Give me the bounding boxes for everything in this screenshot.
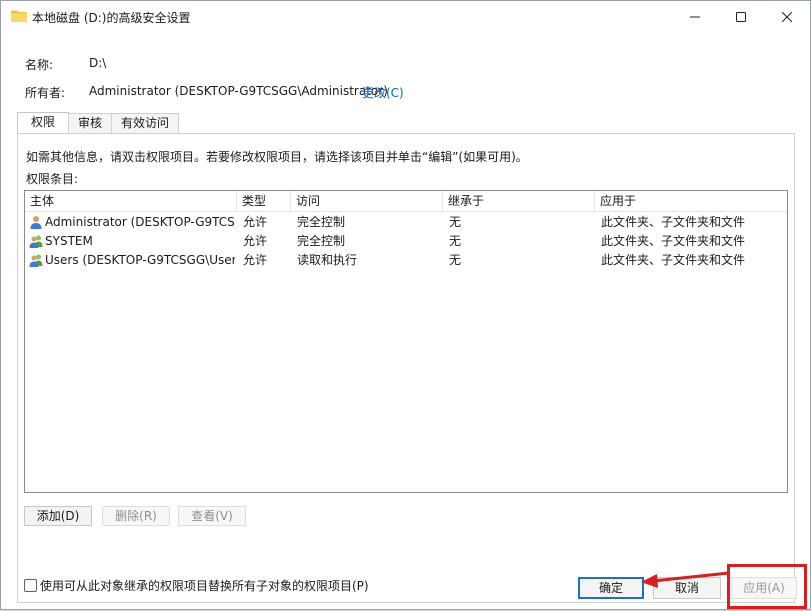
maximize-button[interactable]: [718, 1, 764, 33]
tab-effective-access[interactable]: 有效访问: [111, 113, 180, 133]
row-principal: SYSTEM: [45, 234, 93, 248]
close-icon: [782, 12, 792, 22]
permissions-hint: 如需其他信息，请双击权限项目。若要修改权限项目，请选择该项目并单击“编辑”(如果…: [26, 150, 528, 164]
view-button[interactable]: 查看(V): [178, 506, 246, 526]
users-icon: [29, 235, 43, 248]
users-icon: [29, 254, 43, 267]
column-inherited-from[interactable]: 继承于: [443, 191, 595, 211]
table-row[interactable]: Administrator (DESKTOP-G9TCSGG... 允许 完全控…: [25, 213, 787, 232]
minimize-button[interactable]: [672, 1, 718, 33]
table-row[interactable]: Users (DESKTOP-G9TCSGG\Users) 允许 读取和执行 无…: [25, 251, 787, 270]
permissions-panel: 如需其他信息，请双击权限项目。若要修改权限项目，请选择该项目并单击“编辑”(如果…: [17, 133, 795, 603]
row-access: 完全控制: [297, 215, 346, 229]
advanced-security-dialog: 本地磁盘 (D:)的高级安全设置 名称: D:\ 所有者: Administra…: [0, 0, 811, 610]
row-principal: Users (DESKTOP-G9TCSGG\Users): [45, 253, 235, 267]
change-owner-link[interactable]: 更改(C): [362, 84, 404, 101]
list-header: 主体 类型 访问 继承于 应用于: [25, 191, 787, 212]
row-applies: 此文件夹、子文件夹和文件: [601, 234, 746, 248]
column-applies-to[interactable]: 应用于: [595, 191, 787, 211]
row-inherited: 无: [449, 215, 462, 229]
close-button[interactable]: [764, 1, 810, 33]
row-type: 允许: [243, 253, 268, 267]
folder-icon: [11, 10, 27, 22]
column-type[interactable]: 类型: [237, 191, 291, 211]
column-principal[interactable]: 主体: [25, 191, 237, 211]
row-access: 完全控制: [297, 234, 346, 248]
tab-permissions[interactable]: 权限: [17, 112, 70, 134]
name-label: 名称:: [25, 58, 54, 72]
minimize-icon: [690, 16, 700, 18]
column-access[interactable]: 访问: [291, 191, 443, 211]
row-inherited: 无: [449, 234, 462, 248]
permission-entries-label: 权限条目:: [26, 172, 79, 186]
window-title: 本地磁盘 (D:)的高级安全设置: [32, 11, 191, 25]
row-type: 允许: [243, 215, 268, 229]
row-applies: 此文件夹、子文件夹和文件: [601, 253, 746, 267]
tab-strip: 权限 审核 有效访问: [17, 112, 180, 134]
add-button[interactable]: 添加(D): [24, 506, 92, 526]
tab-auditing[interactable]: 审核: [68, 113, 113, 133]
maximize-icon: [736, 12, 746, 22]
cancel-button[interactable]: 取消: [653, 577, 721, 599]
owner-value: Administrator (DESKTOP-G9TCSGG\Administr…: [89, 84, 388, 98]
title-bar[interactable]: 本地磁盘 (D:)的高级安全设置: [1, 1, 810, 33]
replace-child-permissions[interactable]: 使用可从此对象继承的权限项目替换所有子对象的权限项目(P): [24, 577, 369, 594]
row-applies: 此文件夹、子文件夹和文件: [601, 215, 746, 229]
remove-button[interactable]: 删除(R): [102, 506, 170, 526]
owner-label: 所有者:: [25, 86, 66, 100]
apply-button[interactable]: 应用(A): [731, 577, 797, 599]
table-row[interactable]: SYSTEM 允许 完全控制 无 此文件夹、子文件夹和文件: [25, 232, 787, 251]
row-principal: Administrator (DESKTOP-G9TCSGG...: [45, 215, 235, 229]
name-value[interactable]: D:\: [89, 56, 106, 70]
ok-button[interactable]: 确定: [578, 577, 644, 599]
user-icon: [30, 216, 42, 229]
permission-entries-list[interactable]: 主体 类型 访问 继承于 应用于 Administrator (DESKTOP-…: [24, 190, 788, 493]
replace-child-permissions-checkbox[interactable]: [24, 579, 37, 592]
row-inherited: 无: [449, 253, 462, 267]
row-type: 允许: [243, 234, 268, 248]
dialog-content: 名称: D:\ 所有者: Administrator (DESKTOP-G9TC…: [1, 33, 810, 609]
row-access: 读取和执行: [297, 253, 358, 267]
replace-child-permissions-label: 使用可从此对象继承的权限项目替换所有子对象的权限项目(P): [40, 579, 369, 593]
